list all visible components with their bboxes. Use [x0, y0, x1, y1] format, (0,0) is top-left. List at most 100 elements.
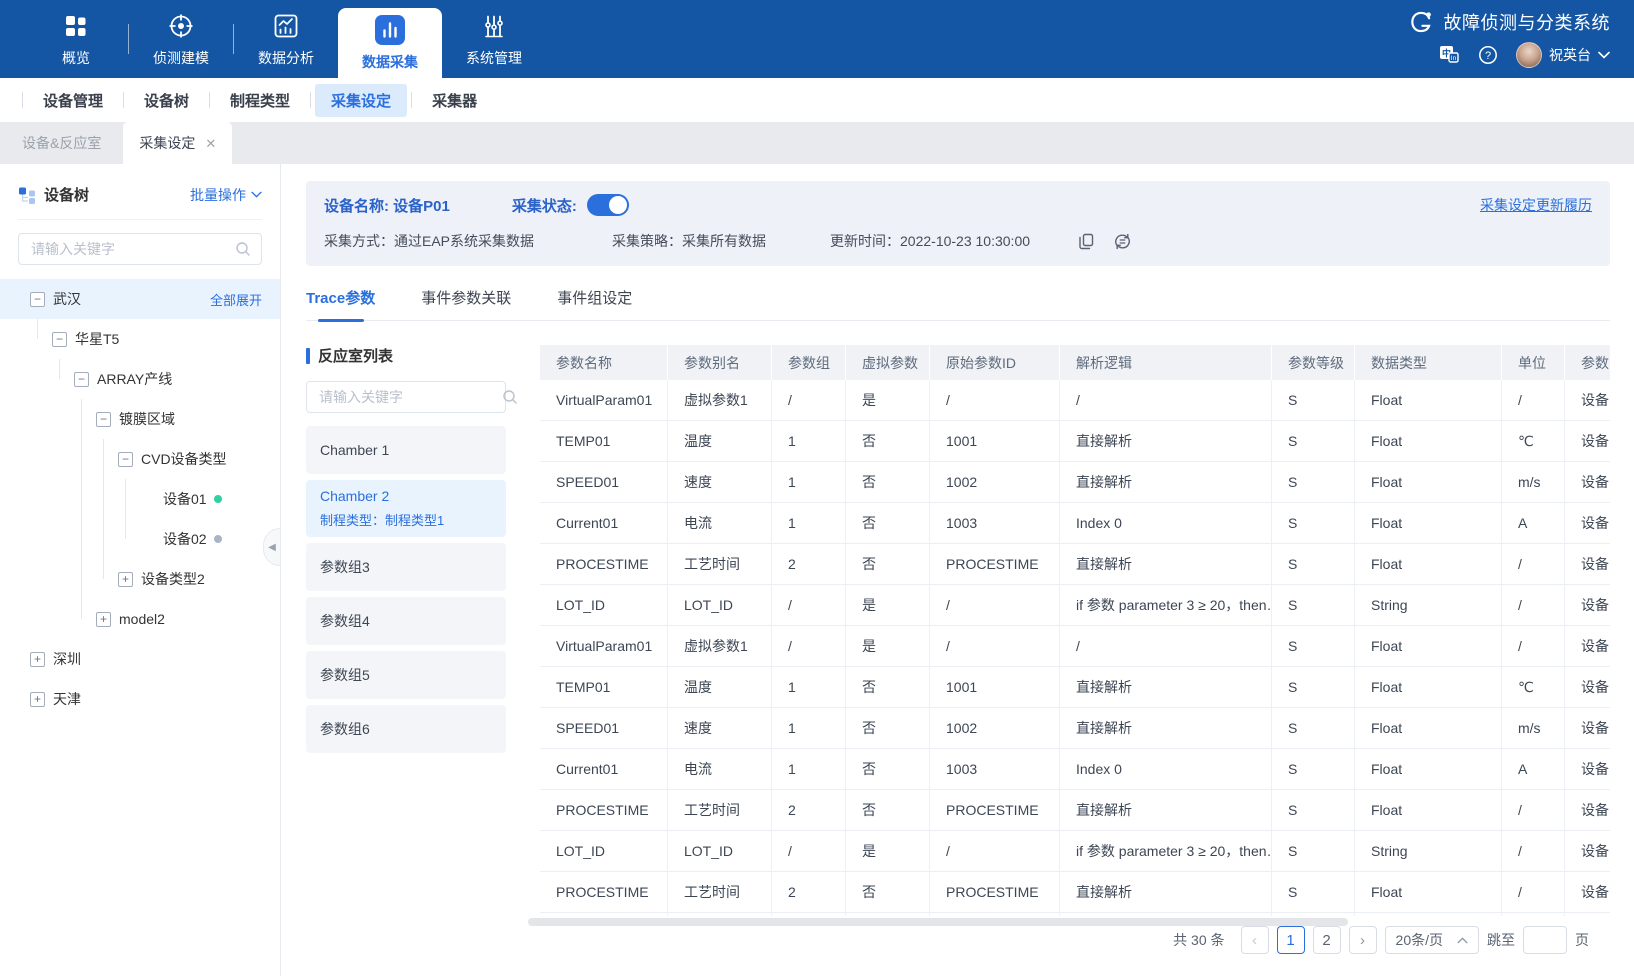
table-cell: 1001 — [930, 421, 1060, 461]
table-cell: 虚拟参数1 — [668, 380, 772, 420]
subnav-item-采集设定[interactable]: 采集设定 — [315, 83, 408, 117]
table-row-partial[interactable] — [540, 913, 1610, 916]
table-row[interactable]: TEMP01 温度 1 否 1001 直接解析 S Float ℃ 设备 — [540, 421, 1610, 462]
tree-node-设备类型2[interactable]: + 设备类型2 — [18, 559, 262, 599]
jump-page-input[interactable] — [1523, 926, 1567, 954]
app-title: 故障侦测与分类系统 — [1443, 13, 1610, 33]
copy-icon[interactable] — [1078, 233, 1095, 250]
table-row[interactable]: PROCESTIME 工艺时间 2 否 PROCESTIME 直接解析 S Float / 设备 — [540, 872, 1610, 913]
collapse-node-icon[interactable]: − — [118, 451, 133, 467]
open-tab-采集设定[interactable]: 采集设定 ✕ — [123, 122, 233, 164]
table-cell: PROCESTIME — [930, 544, 1060, 584]
table-row[interactable]: PROCESTIME 工艺时间 2 否 PROCESTIME 直接解析 S Float / 设备 — [540, 544, 1610, 585]
table-row[interactable]: SPEED01 速度 1 否 1002 直接解析 S Float m/s 设备 — [540, 462, 1610, 503]
tree-node-CVD设备类型[interactable]: − CVD设备类型 — [18, 439, 262, 479]
subnav-item-制程类型[interactable]: 制程类型 — [214, 84, 306, 117]
collapse-node-icon[interactable]: − — [96, 411, 111, 427]
open-tab-label: 设备&反应室 — [22, 135, 102, 151]
tab-事件参数关联[interactable]: 事件参数关联 — [421, 287, 511, 320]
chamber-card-Chamber 1[interactable]: Chamber 1 — [306, 426, 506, 474]
collapse-node-icon[interactable]: − — [74, 371, 89, 387]
page-button-1[interactable]: 1 — [1276, 926, 1305, 954]
table-cell: TEMP01 — [540, 421, 668, 461]
tree-node-model2[interactable]: + model2 — [18, 599, 262, 639]
tree-node-天津[interactable]: + 天津 — [18, 679, 262, 719]
search-icon[interactable] — [502, 389, 518, 405]
table-row[interactable]: Current01 电流 1 否 1003 Index 0 S Float A 设备 — [540, 503, 1610, 544]
table-header-row: 参数名称 参数别名 参数组 虚拟参数 原始参数ID 解析逻辑 参数等级 数据类型 单位 参数 — [540, 345, 1610, 380]
user-menu[interactable]: 祝英台 — [1516, 42, 1610, 68]
chamber-card-参数组5[interactable]: 参数组5 — [306, 651, 506, 699]
table-cell: 否 — [846, 503, 930, 543]
nav-item-概览[interactable]: 概览 — [24, 0, 128, 78]
page-size-select[interactable]: 20条/页 — [1384, 926, 1479, 954]
tree-node-设备02[interactable]: 设备02 — [18, 519, 262, 559]
expand-node-icon[interactable]: + — [30, 651, 45, 667]
sidebar-collapse-handle[interactable]: ◀ — [263, 528, 280, 566]
table-cell: 1002 — [930, 708, 1060, 748]
tree-node-设备01[interactable]: 设备01 — [18, 479, 262, 519]
collection-status-toggle[interactable] — [586, 194, 629, 216]
help-icon[interactable]: ? — [1478, 45, 1498, 65]
sync-icon[interactable] — [1113, 233, 1132, 250]
close-icon[interactable]: ✕ — [205, 137, 216, 150]
content: 设备树 批量操作 −武汉全部展开−华星T5−ARRAY产线−镀膜区域−CVD设备… — [0, 164, 1634, 976]
table-cell — [930, 913, 1060, 916]
table-cell: 1001 — [930, 667, 1060, 707]
tab-事件组设定[interactable]: 事件组设定 — [557, 287, 632, 320]
table-cell: 设备 — [1581, 515, 1609, 531]
collapse-node-icon[interactable]: − — [52, 331, 67, 347]
subnav-item-设备管理[interactable]: 设备管理 — [27, 84, 119, 117]
page-button-2[interactable]: 2 — [1312, 926, 1341, 954]
update-history-link[interactable]: 采集设定更新履历 — [1480, 195, 1592, 215]
expand-node-icon[interactable]: + — [118, 571, 133, 587]
language-switch-icon[interactable]: 中 In — [1438, 44, 1460, 66]
collapse-node-icon[interactable]: − — [30, 291, 45, 307]
column-header-参数别名: 参数别名 — [668, 345, 772, 380]
table-row[interactable]: LOT_ID LOT_ID / 是 / if 参数 parameter 3 ≥ 20，th… — [540, 831, 1610, 872]
nav-item-数据分析[interactable]: 数据分析 — [234, 0, 338, 78]
chamber-card-参数组3[interactable]: 参数组3 — [306, 543, 506, 591]
subnav-item-设备树[interactable]: 设备树 — [128, 84, 205, 117]
nav-item-系统管理[interactable]: 系统管理 — [442, 0, 546, 78]
parameter-tabs: Trace参数 事件参数关联 事件组设定 — [306, 287, 1610, 321]
tab-Trace参数[interactable]: Trace参数 — [306, 287, 375, 320]
nav-item-侦测建模[interactable]: 侦测建模 — [129, 0, 233, 78]
tree-node-镀膜区域[interactable]: − 镀膜区域 — [18, 399, 262, 439]
tree-node-武汉[interactable]: − 武汉 全部展开 — [0, 279, 280, 319]
table-row[interactable]: Current01 电流 1 否 1003 Index 0 S Float A 设备 — [540, 749, 1610, 790]
table-cell: 2 — [772, 872, 846, 912]
expand-node-icon[interactable]: + — [96, 611, 111, 627]
tree-search-input[interactable] — [29, 240, 235, 258]
chamber-card-Chamber 2[interactable]: Chamber 2 制程类型：制程类型1 — [306, 480, 506, 537]
table-cell: / — [930, 831, 1060, 871]
table-row[interactable]: VirtualParam01 虚拟参数1/是 / / S Float / 设备 — [540, 380, 1610, 421]
open-tab-设备&反应室[interactable]: 设备&反应室 — [0, 122, 123, 164]
tree-node-ARRAY产线[interactable]: − ARRAY产线 — [18, 359, 262, 399]
table-row[interactable]: PROCESTIME 工艺时间 2 否 PROCESTIME 直接解析 S Float / 设备 — [540, 790, 1610, 831]
tree-node-华星T5[interactable]: − 华星T5 — [18, 319, 262, 359]
prev-page-button[interactable]: ‹ — [1240, 926, 1269, 954]
next-page-button[interactable]: › — [1348, 926, 1377, 954]
table-cell: 电流 — [668, 749, 772, 789]
chevron-down-icon — [251, 191, 262, 198]
table-row[interactable]: VirtualParam01 虚拟参数1/是 / / S Float / 设备 — [540, 626, 1610, 667]
svg-text:?: ? — [1485, 50, 1491, 62]
expand-node-icon[interactable]: + — [30, 691, 45, 707]
subnav-item-采集器[interactable]: 采集器 — [416, 84, 493, 117]
table-row[interactable]: SPEED01 速度 1 否 1002 直接解析 S Float m/s 设备 — [540, 708, 1610, 749]
table-cell: 直接解析 — [1060, 872, 1272, 912]
collection-status-label: 采集状态: — [511, 197, 577, 215]
chamber-card-参数组6[interactable]: 参数组6 — [306, 705, 506, 753]
tree-node-深圳[interactable]: + 深圳 — [18, 639, 262, 679]
chamber-search-input[interactable] — [317, 388, 502, 406]
table-cell: Float — [1355, 626, 1502, 666]
table-row[interactable]: TEMP01 温度 1 否 1001 直接解析 S Float ℃ 设备 — [540, 667, 1610, 708]
expand-all-link[interactable]: 全部展开 — [210, 290, 262, 309]
nav-item-数据采集[interactable]: 数据采集 — [338, 8, 442, 78]
chamber-card-参数组4[interactable]: 参数组4 — [306, 597, 506, 645]
table-row[interactable]: LOT_ID LOT_ID / 是 / if 参数 parameter 3 ≥ 20，th… — [540, 585, 1610, 626]
horizontal-scrollbar[interactable] — [528, 918, 1348, 926]
search-icon[interactable] — [235, 241, 251, 257]
batch-operation-button[interactable]: 批量操作 — [190, 185, 262, 205]
